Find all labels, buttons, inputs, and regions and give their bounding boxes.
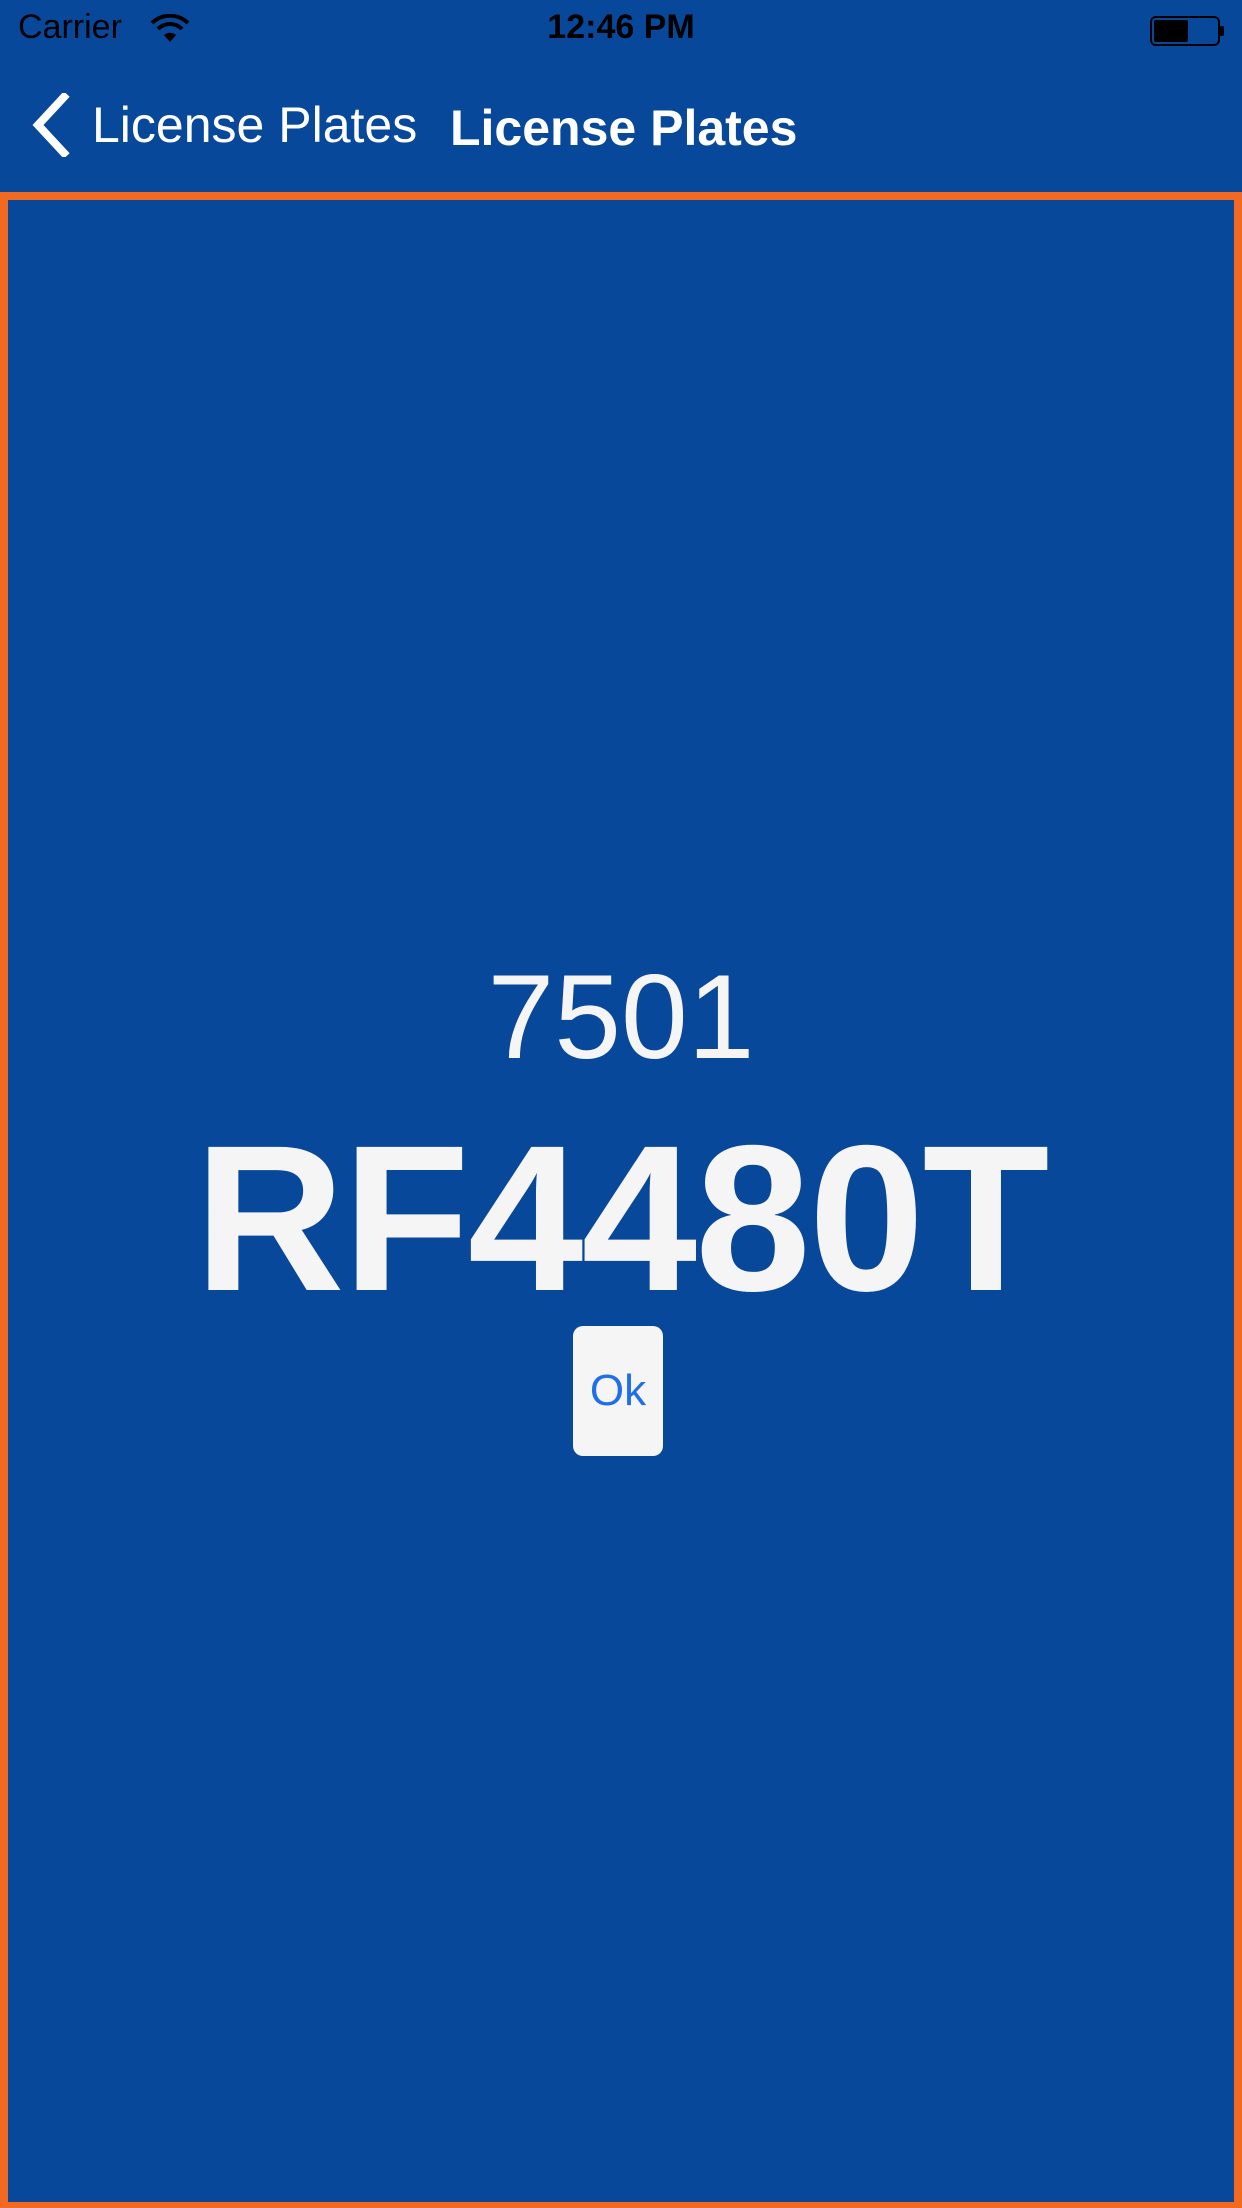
license-plate-text: RF4480T — [194, 1103, 1049, 1335]
back-button[interactable]: License Plates — [30, 90, 417, 160]
navigation-bar: License Plates License Plates — [0, 60, 1242, 192]
battery-icon — [1150, 16, 1224, 46]
status-time: 12:46 PM — [547, 8, 695, 46]
plate-number: 7501 — [487, 950, 755, 1084]
plate-display-frame: 7501 RF4480T Ok — [0, 192, 1242, 2208]
ok-button[interactable]: Ok — [573, 1326, 663, 1456]
back-button-label: License Plates — [92, 97, 418, 153]
status-bar: Carrier 12:46 PM — [0, 0, 1242, 60]
license-plate-screen: Carrier 12:46 PM License Plates License … — [0, 0, 1242, 2208]
page-title: License Plates — [450, 100, 798, 156]
chevron-left-icon — [32, 93, 70, 157]
